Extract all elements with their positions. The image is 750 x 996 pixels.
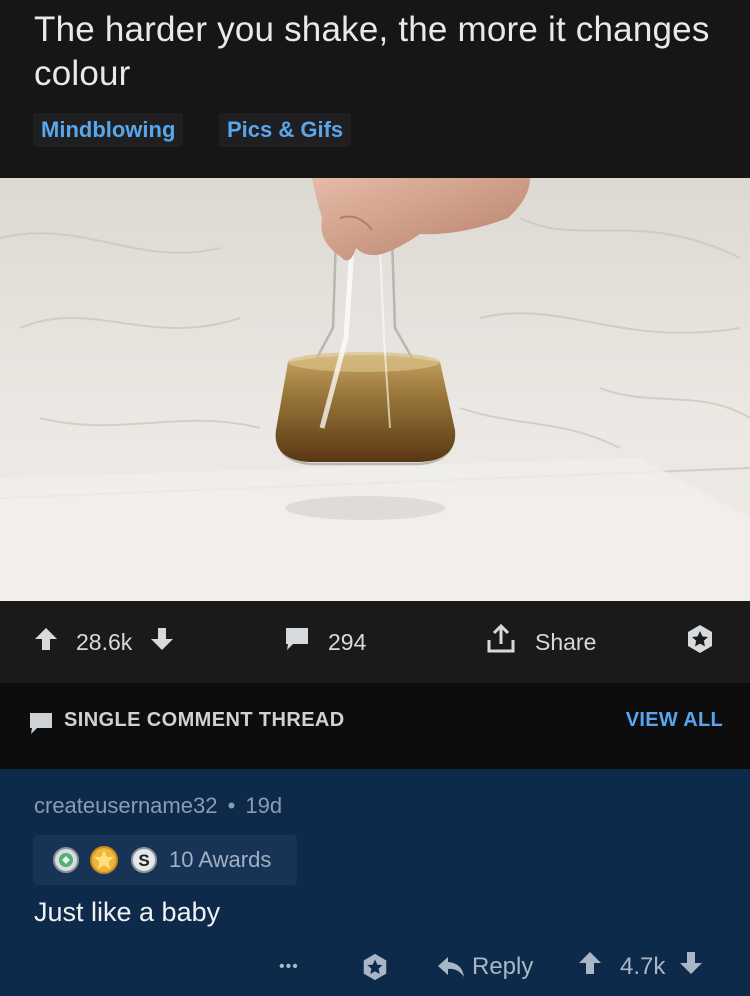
- post-image[interactable]: [0, 178, 750, 601]
- comment-count: 294: [328, 628, 367, 655]
- awards-badge[interactable]: S 10 Awards: [33, 835, 297, 885]
- post-action-bar: 28.6k 294 Share: [0, 601, 750, 683]
- awards-count: 10 Awards: [169, 847, 272, 872]
- comment-meta: createusername32 • 19d: [34, 793, 282, 819]
- thread-label: SINGLE COMMENT THREAD: [64, 709, 345, 731]
- upvote-group: 28.6k: [34, 601, 174, 683]
- flair-pics-gifs[interactable]: Pics & Gifs: [219, 113, 352, 147]
- comment-body: Just like a baby: [34, 897, 221, 927]
- comment-vote-group: 4.7k: [578, 937, 703, 996]
- comment-icon: [283, 625, 311, 659]
- share-button[interactable]: Share: [484, 601, 596, 683]
- post-header: The harder you shake, the more it change…: [0, 0, 750, 178]
- award-button[interactable]: [684, 601, 716, 683]
- comment-age: 19d: [245, 793, 283, 818]
- award-icon: [363, 953, 387, 980]
- comment-actions: ••• Reply 4.7k: [0, 937, 750, 996]
- helpful-award-icon: [52, 846, 80, 879]
- reply-icon: [438, 956, 464, 977]
- meta-separator: •: [227, 793, 236, 818]
- more-icon[interactable]: •••: [279, 937, 299, 996]
- chat-icon: [28, 711, 54, 742]
- flair-mindblowing[interactable]: Mindblowing: [33, 113, 184, 147]
- flask-photo: [0, 178, 750, 601]
- share-icon: [484, 622, 518, 662]
- upvote-icon[interactable]: [34, 626, 58, 658]
- single-thread-bar: SINGLE COMMENT THREAD VIEW ALL: [0, 683, 750, 769]
- comment-upvote-icon[interactable]: [578, 950, 602, 983]
- comment: createusername32 • 19d S 10 Awards Just …: [0, 769, 750, 996]
- comment-award-button[interactable]: [360, 937, 390, 996]
- post-title[interactable]: The harder you shake, the more it change…: [34, 8, 724, 96]
- reply-button[interactable]: Reply: [436, 937, 533, 996]
- wholesome-award-icon: [89, 845, 119, 880]
- comment-score: 4.7k: [620, 952, 666, 980]
- comment-downvote-icon[interactable]: [679, 950, 703, 983]
- share-label: Share: [535, 628, 597, 655]
- comment-username[interactable]: createusername32: [34, 793, 217, 818]
- svg-text:S: S: [138, 851, 149, 870]
- silver-award-icon: S: [130, 846, 158, 879]
- view-all-link[interactable]: VIEW ALL: [626, 709, 723, 732]
- reply-label: Reply: [472, 952, 534, 980]
- post-score: 28.6k: [76, 628, 133, 655]
- comments-button[interactable]: 294: [283, 601, 366, 683]
- award-icon: [684, 623, 716, 661]
- downvote-icon[interactable]: [150, 626, 174, 658]
